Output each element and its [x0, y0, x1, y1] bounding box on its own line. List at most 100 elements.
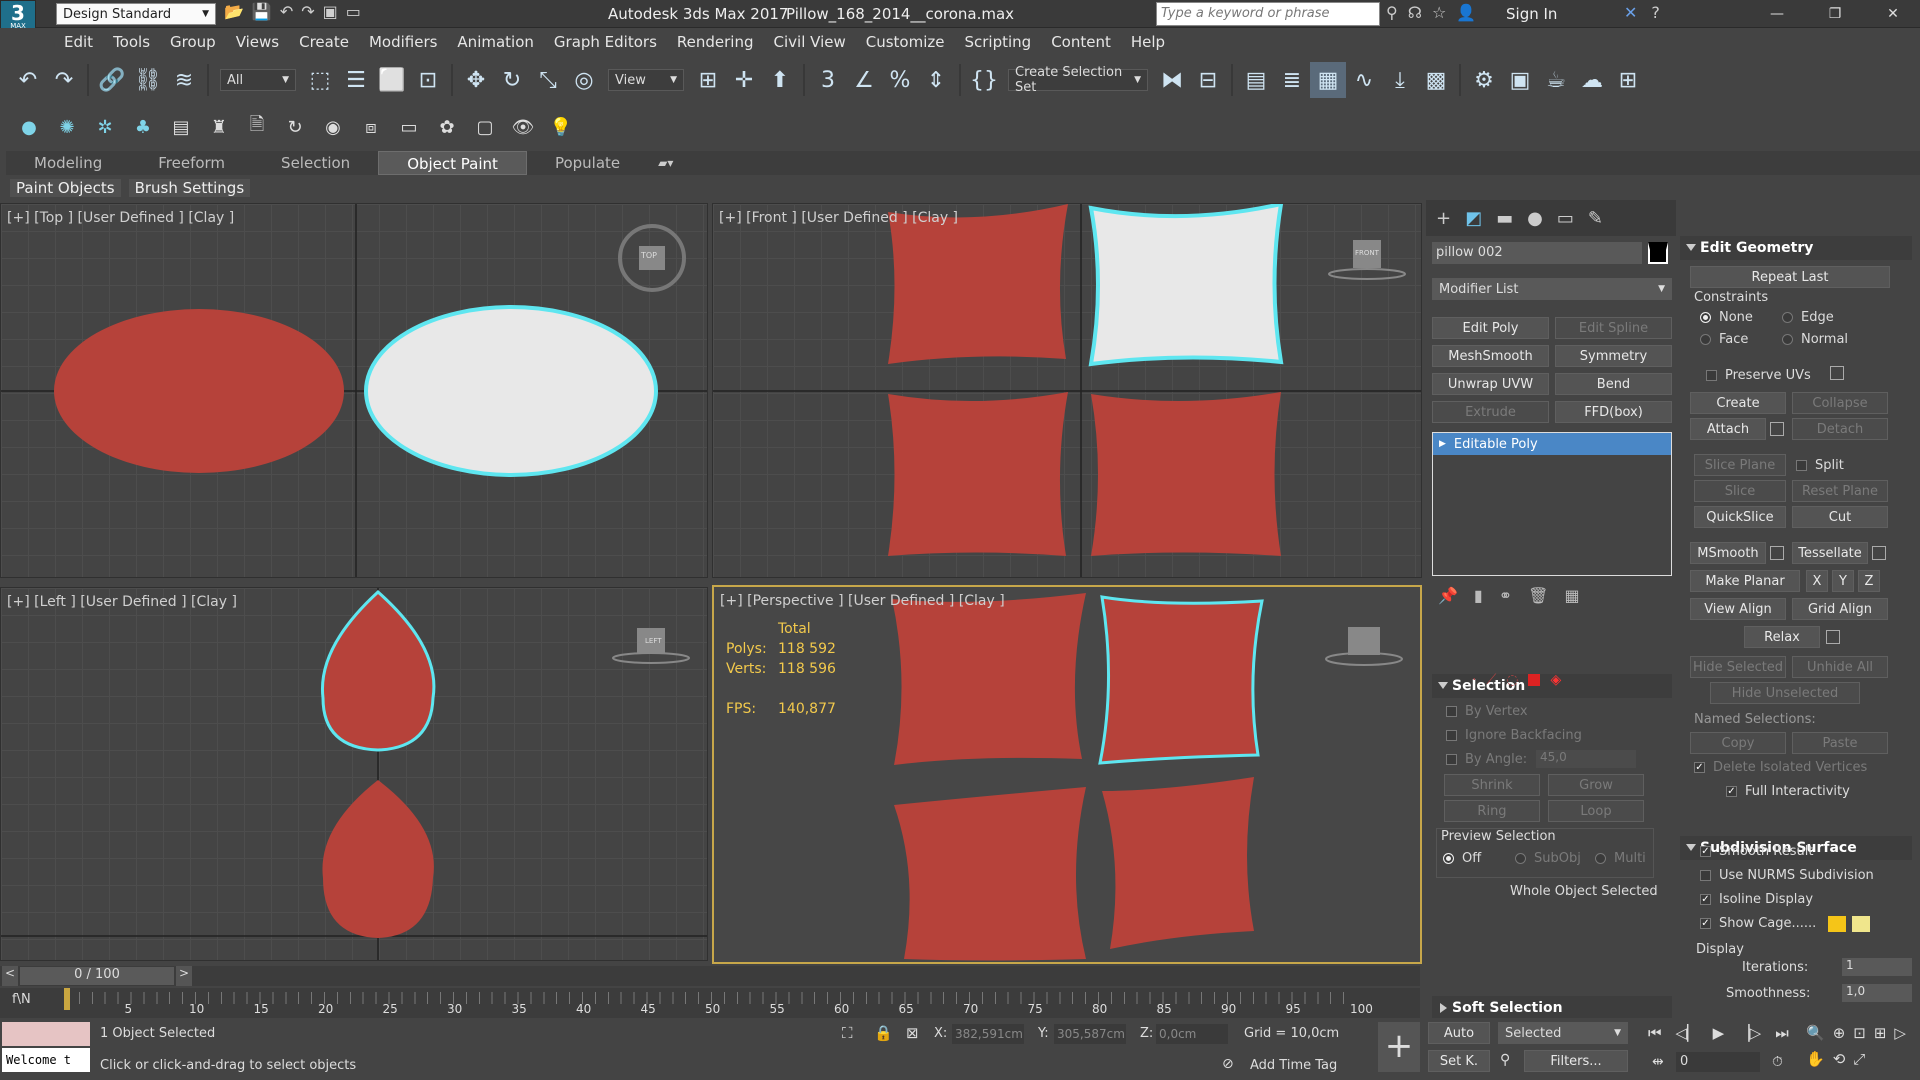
- attach-button[interactable]: Attach: [1690, 418, 1766, 440]
- polygon-icon[interactable]: [1528, 674, 1541, 686]
- utilities-tab-icon[interactable]: ✎: [1588, 208, 1603, 229]
- element-icon[interactable]: ◈: [1550, 672, 1561, 688]
- camera-array-icon[interactable]: ✲: [86, 108, 124, 146]
- time-slider-thumb[interactable]: 0 / 100: [20, 967, 174, 985]
- symmetry-button[interactable]: Symmetry: [1555, 345, 1672, 367]
- menu-customize[interactable]: Customize: [856, 28, 955, 56]
- tree-icon[interactable]: ♣: [124, 108, 162, 146]
- percent-snap-icon[interactable]: %: [882, 62, 918, 98]
- render-iterative-icon[interactable]: ☁: [1574, 62, 1610, 98]
- relax-settings-icon[interactable]: [1826, 630, 1840, 644]
- next-frame-icon[interactable]: ▕▷: [1738, 1024, 1761, 1042]
- bend-button[interactable]: Bend: [1555, 373, 1672, 395]
- ignore-backfacing-checkbox[interactable]: Ignore Backfacing: [1446, 728, 1582, 743]
- x-coordinate-field[interactable]: 382,591cm: [952, 1024, 1024, 1044]
- viewport-label[interactable]: [+] [Perspective ] [User Defined ] [Clay…: [720, 593, 1005, 609]
- x-exchange-icon[interactable]: ✕: [1624, 3, 1637, 22]
- angle-snap-icon[interactable]: ∠: [846, 62, 882, 98]
- layout-icon[interactable]: ▭: [346, 2, 361, 21]
- tab-object-paint[interactable]: Object Paint: [378, 151, 527, 175]
- edit-geometry-rollout-header[interactable]: Edit Geometry: [1680, 236, 1912, 260]
- link-icon[interactable]: 🔗: [94, 62, 130, 98]
- pin-stack-icon[interactable]: 📌: [1438, 586, 1458, 605]
- sign-in-button[interactable]: Sign In: [1506, 5, 1557, 23]
- slice-button[interactable]: Slice: [1694, 480, 1786, 502]
- menu-graph-editors[interactable]: Graph Editors: [544, 28, 667, 56]
- full-interactivity-checkbox[interactable]: Full Interactivity: [1726, 784, 1850, 799]
- next-frame-button[interactable]: >: [176, 966, 192, 986]
- expand-arrow-icon[interactable]: ▶: [1439, 439, 1446, 449]
- modifier-list-dropdown[interactable]: Modifier List ▼: [1432, 278, 1672, 300]
- view-cube-icon[interactable]: ⧈: [352, 108, 390, 146]
- select-object-icon[interactable]: ⬚: [302, 62, 338, 98]
- y-coordinate-field[interactable]: 305,587cm: [1054, 1024, 1126, 1044]
- iterations-spinner[interactable]: 1: [1842, 958, 1912, 976]
- hide-selected-button[interactable]: Hide Selected: [1690, 656, 1786, 678]
- unhide-all-button[interactable]: Unhide All: [1792, 656, 1888, 678]
- search-input[interactable]: Type a keyword or phrase: [1156, 2, 1380, 26]
- planar-y-button[interactable]: Y: [1832, 570, 1854, 592]
- particles-icon[interactable]: ✿: [428, 108, 466, 146]
- unlink-icon[interactable]: ⛓: [130, 62, 166, 98]
- prev-frame-button[interactable]: <: [2, 966, 18, 986]
- project-icon[interactable]: ▣: [323, 2, 338, 21]
- move-icon[interactable]: ✥: [458, 62, 494, 98]
- time-configuration-icon[interactable]: ⏱: [1772, 1054, 1783, 1070]
- preview-subobj-radio[interactable]: SubObj: [1515, 851, 1581, 866]
- current-frame-field[interactable]: 0: [1676, 1052, 1760, 1072]
- workspace-dropdown[interactable]: Design Standard ▼: [56, 3, 216, 25]
- menu-animation[interactable]: Animation: [447, 28, 543, 56]
- vertex-icon[interactable]: ·: [1472, 672, 1476, 688]
- save-icon[interactable]: 💾: [252, 2, 272, 21]
- ffd-box-button[interactable]: FFD(box): [1555, 401, 1672, 423]
- menu-scripting[interactable]: Scripting: [954, 28, 1041, 56]
- constraint-normal-radio[interactable]: Normal: [1782, 332, 1848, 347]
- split-checkbox[interactable]: Split: [1796, 458, 1844, 473]
- viewport-label[interactable]: [+] [Left ] [User Defined ] [Clay ]: [7, 594, 237, 610]
- msmooth-button[interactable]: MSmooth: [1690, 542, 1766, 564]
- add-time-tag[interactable]: Add Time Tag: [1250, 1058, 1337, 1073]
- place-icon[interactable]: ◎: [566, 62, 602, 98]
- scale-icon[interactable]: ⤡: [530, 62, 566, 98]
- stack-item-editable-poly[interactable]: ▶ Editable Poly: [1433, 433, 1671, 455]
- constraint-face-radio[interactable]: Face: [1700, 332, 1748, 347]
- make-planar-button[interactable]: Make Planar: [1690, 570, 1800, 592]
- snaps-toggle-icon[interactable]: 3: [810, 62, 846, 98]
- zoom-extents-all-icon[interactable]: ⊞: [1874, 1024, 1887, 1042]
- maxscript-listener-white[interactable]: Welcome t: [2, 1048, 90, 1072]
- spinner-snap-icon[interactable]: ⇕: [918, 62, 954, 98]
- viewport-label[interactable]: [+] [Front ] [User Defined ] [Clay ]: [719, 210, 958, 226]
- collapse-button[interactable]: Collapse: [1792, 392, 1888, 414]
- select-manipulate-icon[interactable]: ✛: [726, 62, 762, 98]
- tessellate-settings-icon[interactable]: [1872, 546, 1886, 560]
- file-icon[interactable]: 🗎: [238, 108, 276, 146]
- edit-named-selection-icon[interactable]: {}: [966, 62, 1002, 98]
- constraint-edge-radio[interactable]: Edge: [1782, 310, 1834, 325]
- pan-icon[interactable]: ✋: [1806, 1050, 1825, 1068]
- render-in-cloud-icon[interactable]: ⊞: [1610, 62, 1646, 98]
- edit-poly-button[interactable]: Edit Poly: [1432, 317, 1549, 339]
- delete-isolated-checkbox[interactable]: Delete Isolated Vertices: [1694, 760, 1867, 775]
- z-coordinate-field[interactable]: 0,0cm: [1156, 1024, 1228, 1044]
- figure-icon[interactable]: ♜: [200, 108, 238, 146]
- subtab-paint-objects[interactable]: Paint Objects: [10, 179, 121, 197]
- ring-button[interactable]: Ring: [1444, 800, 1540, 822]
- tab-selection[interactable]: Selection: [253, 151, 378, 175]
- select-by-name-icon[interactable]: ☰: [338, 62, 374, 98]
- smoothness-spinner[interactable]: 1,0: [1842, 984, 1912, 1002]
- menu-help[interactable]: Help: [1121, 28, 1175, 56]
- make-unique-icon[interactable]: ⚭: [1499, 586, 1512, 605]
- named-selection-set-dropdown[interactable]: Create Selection Set ▼: [1008, 65, 1148, 95]
- binoculars-icon[interactable]: ⚲: [1386, 3, 1398, 22]
- edge-icon[interactable]: ⟋: [1486, 672, 1496, 688]
- object-name-field[interactable]: pillow 002: [1432, 242, 1642, 264]
- unwrap-uvw-button[interactable]: Unwrap UVW: [1432, 373, 1549, 395]
- preview-off-radio[interactable]: Off: [1443, 851, 1481, 866]
- cut-button[interactable]: Cut: [1792, 506, 1888, 528]
- communication-icon[interactable]: ☊: [1408, 3, 1422, 22]
- refresh-icon[interactable]: ↻: [276, 108, 314, 146]
- grid-align-button[interactable]: Grid Align: [1792, 598, 1888, 620]
- preserve-uvs-settings-icon[interactable]: [1830, 366, 1844, 380]
- menu-group[interactable]: Group: [160, 28, 226, 56]
- schematic-view-icon[interactable]: ⤓: [1382, 62, 1418, 98]
